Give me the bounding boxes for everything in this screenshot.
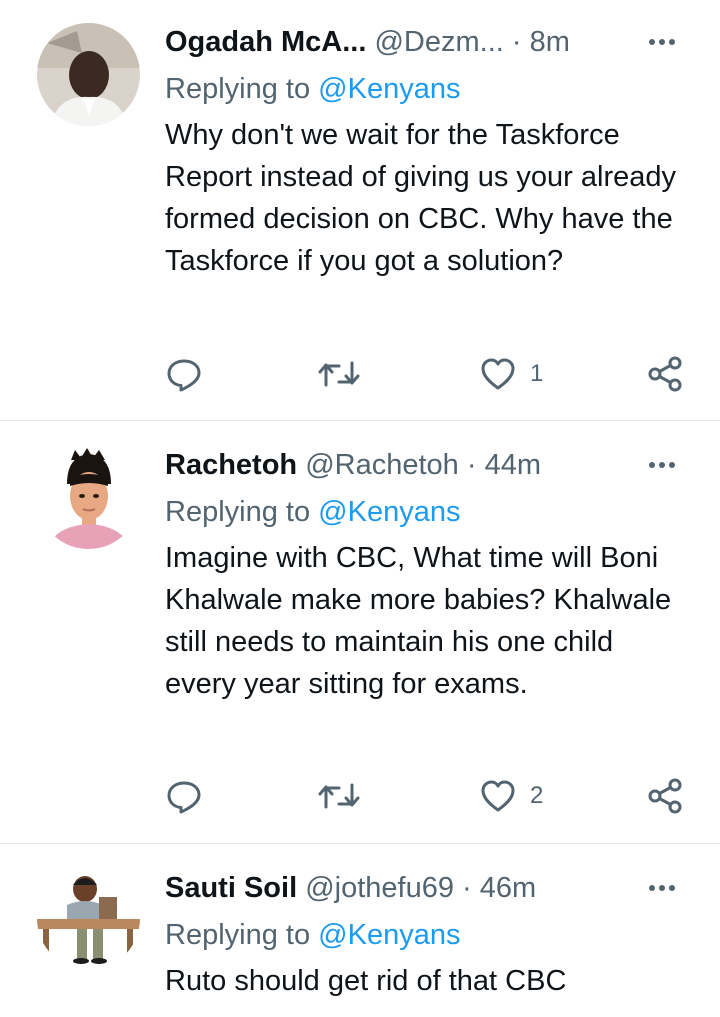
more-options-icon[interactable]: [642, 445, 682, 485]
user-handle[interactable]: @Rachetoh: [305, 449, 459, 481]
share-button[interactable]: [645, 354, 685, 394]
display-name[interactable]: Ogadah McA...: [165, 26, 366, 58]
replying-to-label: Replying to: [165, 496, 311, 528]
more-options-icon[interactable]: [642, 868, 682, 908]
reply-button[interactable]: [164, 776, 204, 816]
separator: ·: [466, 449, 477, 481]
mention-link[interactable]: @Kenyans: [318, 73, 460, 105]
user-handle[interactable]: @jothefu69: [305, 872, 454, 904]
heart-icon: [481, 780, 515, 812]
tweet-text: Imagine with CBC, What time will Boni Kh…: [165, 542, 672, 700]
user-handle[interactable]: @Dezm...: [374, 26, 503, 58]
like-button[interactable]: 1: [478, 354, 543, 394]
like-button[interactable]: 2: [478, 776, 543, 816]
tweet-actions: 2: [0, 776, 720, 816]
tweet-header: Rachetoh @Rachetoh · 44m: [165, 445, 690, 485]
timestamp[interactable]: 46m: [480, 872, 536, 904]
retweet-icon: [318, 783, 360, 809]
display-name[interactable]: Sauti Soil: [165, 872, 297, 904]
heart-icon: [481, 358, 515, 390]
replying-to: Replying to @Kenyans: [165, 69, 460, 109]
replying-to: Replying to @Kenyans: [165, 492, 460, 532]
more-options-icon[interactable]: [642, 22, 682, 62]
retweet-button[interactable]: [317, 354, 361, 394]
share-button[interactable]: [645, 776, 685, 816]
tweet-actions: 1: [0, 354, 720, 394]
reply-button[interactable]: [164, 354, 204, 394]
retweet-icon: [318, 361, 360, 387]
separator: ·: [462, 872, 472, 904]
display-name[interactable]: Rachetoh: [165, 449, 297, 481]
reply-icon: [167, 359, 201, 392]
separator: ·: [511, 26, 522, 58]
mention-link[interactable]: @Kenyans: [318, 919, 460, 951]
like-count: 1: [530, 360, 544, 387]
tweet[interactable]: Ogadah McA... @Dezm... · 8m Replying to …: [0, 0, 720, 420]
mention-link[interactable]: @Kenyans: [318, 496, 460, 528]
avatar[interactable]: [37, 446, 140, 549]
tweet[interactable]: Sauti Soil @jothefu69 · 46m Replying to …: [0, 844, 720, 1017]
replying-to-label: Replying to: [165, 73, 311, 105]
avatar[interactable]: [37, 23, 140, 126]
reply-icon: [167, 781, 201, 814]
tweet-text: Why don't we wait for the Taskforce Repo…: [165, 119, 677, 277]
share-icon: [648, 778, 682, 814]
tweet-header: Sauti Soil @jothefu69 · 46m: [165, 868, 690, 908]
replying-to: Replying to @Kenyans: [165, 915, 460, 955]
timestamp[interactable]: 8m: [530, 26, 570, 58]
tweet-text: Ruto should get rid of that CBC: [165, 965, 567, 997]
replying-to-label: Replying to: [165, 919, 311, 951]
like-count: 2: [530, 782, 544, 809]
tweet-header: Ogadah McA... @Dezm... · 8m: [165, 22, 690, 62]
timestamp[interactable]: 44m: [485, 449, 541, 481]
share-icon: [648, 356, 682, 392]
tweet[interactable]: Rachetoh @Rachetoh · 44m Replying to @Ke…: [0, 421, 720, 842]
retweet-button[interactable]: [317, 776, 361, 816]
avatar[interactable]: [37, 867, 140, 970]
